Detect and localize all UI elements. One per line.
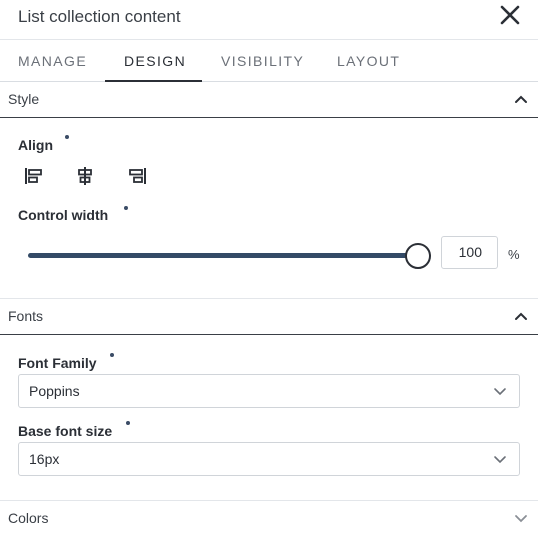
chevron-down-icon	[494, 456, 506, 464]
font-family-select[interactable]: Poppins	[18, 374, 520, 408]
align-center-icon	[78, 167, 92, 185]
panel-title: List collection content	[18, 7, 181, 26]
control-width-unit: %	[508, 247, 520, 262]
base-font-size-select[interactable]: 16px	[18, 442, 520, 476]
panel-header: List collection content	[0, 0, 538, 40]
align-right-icon	[129, 168, 146, 184]
close-icon[interactable]	[498, 3, 522, 27]
fonts-section-label: Fonts	[8, 308, 44, 324]
align-left-button[interactable]	[23, 165, 45, 187]
style-section-header[interactable]: Style	[0, 82, 538, 118]
control-width-slider-thumb[interactable]	[405, 243, 431, 269]
chevron-down-icon	[515, 515, 527, 523]
setting-indicator-dot	[110, 353, 114, 357]
edit-panel: List collection content MANAGE DESIGN VI…	[0, 0, 538, 535]
colors-section-header[interactable]: Colors	[0, 500, 538, 535]
tab-visibility[interactable]: VISIBILITY	[221, 53, 304, 69]
align-left-icon	[25, 168, 42, 184]
base-font-size-value: 16px	[29, 451, 60, 467]
tab-manage[interactable]: MANAGE	[18, 53, 87, 69]
chevron-up-icon	[515, 95, 527, 103]
tab-layout[interactable]: LAYOUT	[337, 53, 400, 69]
tab-bar: MANAGE DESIGN VISIBILITY LAYOUT	[0, 40, 538, 82]
setting-indicator-dot	[65, 135, 69, 139]
control-width-label: Control width	[18, 207, 109, 223]
control-width-input[interactable]: 100	[441, 236, 498, 269]
chevron-up-icon	[515, 312, 527, 320]
style-section-label: Style	[8, 91, 40, 107]
fonts-section-header[interactable]: Fonts	[0, 299, 538, 335]
colors-section-label: Colors	[8, 510, 49, 526]
chevron-down-icon	[494, 388, 506, 396]
base-font-size-label: Base font size	[18, 423, 113, 439]
font-family-label: Font Family	[18, 355, 97, 371]
setting-indicator-dot	[126, 421, 130, 425]
tab-design[interactable]: DESIGN	[124, 53, 186, 69]
align-right-button[interactable]	[126, 165, 148, 187]
align-center-button[interactable]	[74, 165, 96, 187]
font-family-value: Poppins	[29, 383, 80, 399]
control-width-slider-track[interactable]	[28, 253, 418, 258]
setting-indicator-dot	[124, 206, 128, 210]
align-label: Align	[18, 137, 53, 153]
